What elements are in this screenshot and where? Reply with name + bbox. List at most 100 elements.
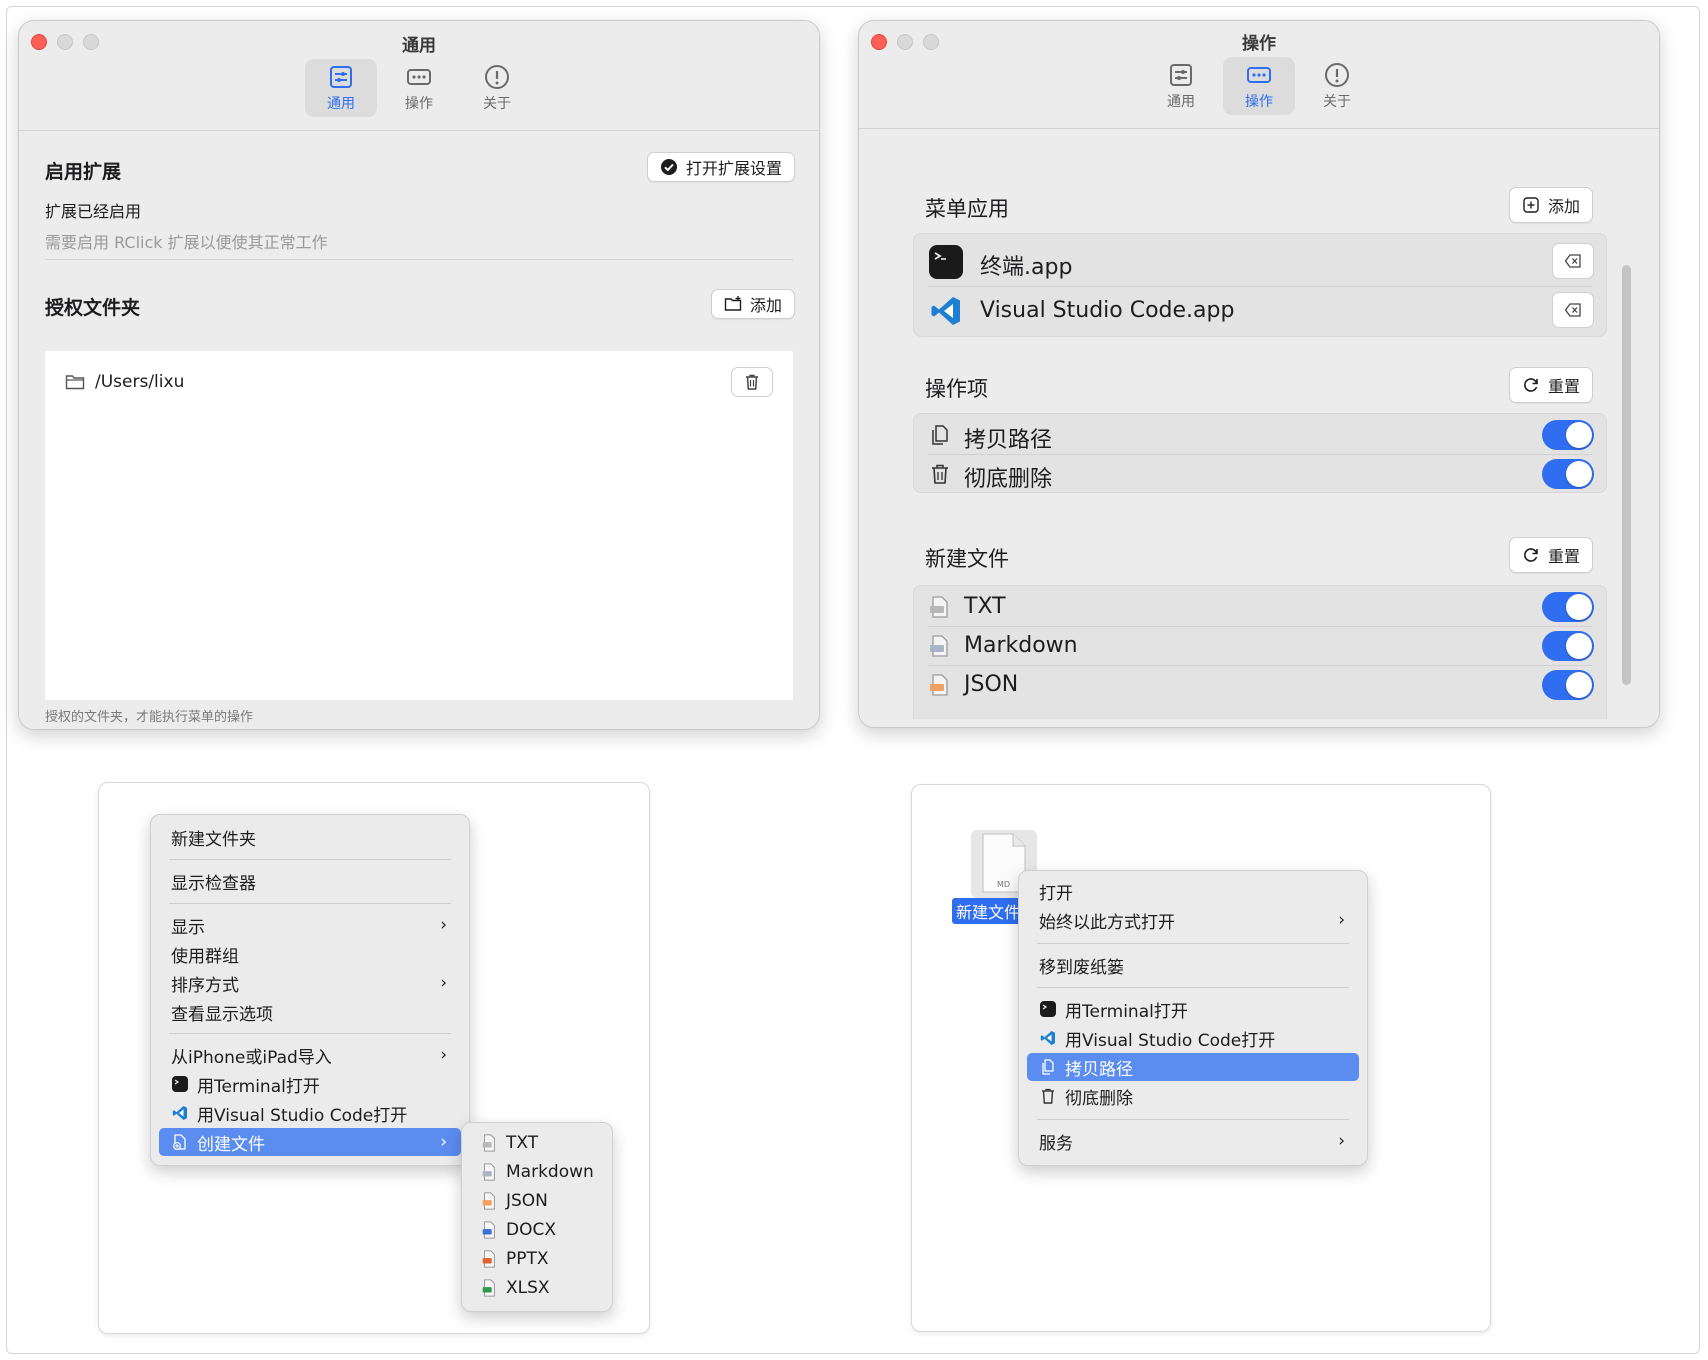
menu-label: 从iPhone或iPad导入 <box>171 1047 332 1068</box>
add-folder-button[interactable]: 添加 <box>710 289 795 319</box>
remove-app-button[interactable] <box>1552 243 1594 279</box>
authorized-folders-list: /Users/lixu <box>45 351 793 700</box>
json-toggle[interactable] <box>1542 670 1594 700</box>
refresh-icon <box>1524 548 1538 562</box>
delete-left-icon <box>1564 254 1581 268</box>
title-bar: 通用 通用 操作 关于 <box>19 21 819 131</box>
new-file-row-markdown[interactable]: Markdown <box>914 627 1606 665</box>
file-plus-icon <box>173 1134 186 1150</box>
menu-item-always-open-with[interactable]: 始终以此方式打开 › <box>1027 906 1359 934</box>
menu-label: 用Terminal打开 <box>197 1076 320 1097</box>
new-file-row-json[interactable]: JSON <box>914 666 1606 704</box>
delete-left-icon <box>1564 303 1581 317</box>
menu-item-import-iphone[interactable]: 从iPhone或iPad导入 › <box>159 1041 461 1069</box>
menu-apps-heading: 菜单应用 <box>925 197 1009 221</box>
menu-apps-list: 终端.app Visual Studio Code.app <box>913 233 1607 337</box>
new-files-list: TXT Markdown JSON <box>913 585 1607 727</box>
json-file-icon <box>482 1192 495 1210</box>
tab-about[interactable]: 关于 <box>1301 57 1373 115</box>
ellipsis-rect-icon <box>1247 66 1271 83</box>
markdown-toggle[interactable] <box>1542 631 1594 661</box>
action-row-delete[interactable]: 彻底删除 <box>914 455 1606 492</box>
tab-about[interactable]: 关于 <box>461 59 533 117</box>
trash-icon <box>932 464 948 484</box>
tab-label: 操作 <box>405 95 433 112</box>
folder-row[interactable]: /Users/lixu <box>65 365 773 399</box>
context-menu-left: 新建文件夹 显示检查器 显示 › 使用群组 排序方式 › 查看显示选项 从iPhon… <box>150 814 470 1166</box>
menu-separator <box>169 859 451 860</box>
menu-label: 用Terminal打开 <box>1065 1001 1188 1022</box>
reset-new-files-button[interactable]: 重置 <box>1508 537 1593 573</box>
docx-file-icon <box>482 1221 495 1239</box>
menu-item-delete-permanently[interactable]: 彻底删除 <box>1027 1082 1359 1110</box>
checkmark-circle-icon <box>660 159 677 175</box>
extension-hint: 需要启用 RClick 扩展以便使其正常工作 <box>45 233 328 252</box>
submenu-item-json[interactable]: JSON <box>468 1187 606 1215</box>
tab-actions[interactable]: 操作 <box>1223 57 1295 115</box>
submenu-item-xlsx[interactable]: XLSX <box>468 1274 606 1302</box>
menu-item-show[interactable]: 显示 › <box>159 911 461 939</box>
vscode-icon <box>172 1106 187 1120</box>
app-row-vscode[interactable]: Visual Studio Code.app <box>914 287 1606 335</box>
txt-toggle[interactable] <box>1542 592 1594 622</box>
submenu-item-docx[interactable]: DOCX <box>468 1216 606 1244</box>
menu-item-use-groups[interactable]: 使用群组 <box>159 940 461 968</box>
tab-general[interactable]: 通用 <box>305 59 377 117</box>
menu-item-create-file[interactable]: 创建文件 › <box>159 1128 461 1156</box>
submenu-item-pptx[interactable]: PPTX <box>468 1245 606 1273</box>
open-extension-settings-button[interactable]: 打开扩展设置 <box>646 152 795 182</box>
submenu-item-markdown[interactable]: Markdown <box>468 1158 606 1186</box>
remove-app-button[interactable] <box>1552 292 1594 328</box>
copy-doc-icon <box>932 425 948 445</box>
menu-item-open-terminal[interactable]: 用Terminal打开 <box>159 1070 461 1098</box>
app-name: Visual Studio Code.app <box>980 298 1235 323</box>
menu-label: 查看显示选项 <box>171 1004 273 1025</box>
menu-item-new-folder[interactable]: 新建文件夹 <box>159 823 461 851</box>
menu-item-copy-path[interactable]: 拷贝路径 <box>1027 1053 1359 1081</box>
menu-item-open-terminal[interactable]: 用Terminal打开 <box>1027 995 1359 1023</box>
tab-label: 操作 <box>1245 93 1273 110</box>
menu-label: TXT <box>506 1133 539 1153</box>
new-file-row-txt[interactable]: TXT <box>914 588 1606 626</box>
menu-item-sort-by[interactable]: 排序方式 › <box>159 969 461 997</box>
button-label: 打开扩展设置 <box>685 159 782 178</box>
delete-folder-button[interactable] <box>731 367 773 397</box>
menu-label: 使用群组 <box>171 946 239 967</box>
chevron-right-icon: › <box>440 1045 447 1065</box>
context-menu-right: 打开 始终以此方式打开 › 移到废纸篓 用Terminal打开 用Visual S… <box>1018 870 1368 1166</box>
menu-label: PPTX <box>506 1249 549 1269</box>
general-content: 启用扩展 打开扩展设置 扩展已经启用 需要启用 RClick 扩展以便使其正常工… <box>19 131 819 729</box>
menu-separator <box>169 1033 451 1034</box>
menu-item-services[interactable]: 服务 › <box>1027 1127 1359 1155</box>
trash-icon <box>746 374 758 390</box>
add-app-button[interactable]: 添加 <box>1508 187 1593 223</box>
action-items-heading: 操作项 <box>925 377 988 401</box>
menu-label: 服务 <box>1039 1133 1073 1154</box>
tab-label: 通用 <box>327 95 355 112</box>
menu-item-move-to-trash[interactable]: 移到废纸篓 <box>1027 951 1359 979</box>
file-name-label[interactable]: 新建文件 <box>952 898 1025 924</box>
extension-status: 扩展已经启用 <box>45 202 142 221</box>
submenu-item-txt[interactable]: TXT <box>468 1129 606 1157</box>
reset-actions-button[interactable]: 重置 <box>1508 367 1593 403</box>
terminal-icon <box>172 1076 188 1092</box>
delete-toggle[interactable] <box>1542 459 1594 489</box>
menu-label: XLSX <box>506 1278 550 1298</box>
actions-settings-window: 操作 通用 操作 关于 菜单应用 添加 终端.app Visual Studio… <box>858 20 1660 728</box>
app-row-terminal[interactable]: 终端.app <box>914 238 1606 286</box>
menu-item-show-inspector[interactable]: 显示检查器 <box>159 867 461 895</box>
tab-general[interactable]: 通用 <box>1145 57 1217 115</box>
action-row-copy-path[interactable]: 拷贝路径 <box>914 416 1606 454</box>
menu-item-open[interactable]: 打开 <box>1027 877 1359 905</box>
menu-separator <box>169 903 451 904</box>
menu-item-open-vscode[interactable]: 用Visual Studio Code打开 <box>159 1099 461 1127</box>
scrollbar[interactable] <box>1622 265 1631 685</box>
menu-item-open-vscode[interactable]: 用Visual Studio Code打开 <box>1027 1024 1359 1052</box>
copy-path-toggle[interactable] <box>1542 420 1594 450</box>
tab-actions[interactable]: 操作 <box>383 59 455 117</box>
menu-label: 拷贝路径 <box>1065 1059 1133 1080</box>
toolbar-tabs: 通用 操作 关于 <box>19 59 819 117</box>
folder-plus-icon <box>724 296 742 311</box>
chevron-right-icon: › <box>440 973 447 993</box>
menu-item-view-options[interactable]: 查看显示选项 <box>159 998 461 1026</box>
